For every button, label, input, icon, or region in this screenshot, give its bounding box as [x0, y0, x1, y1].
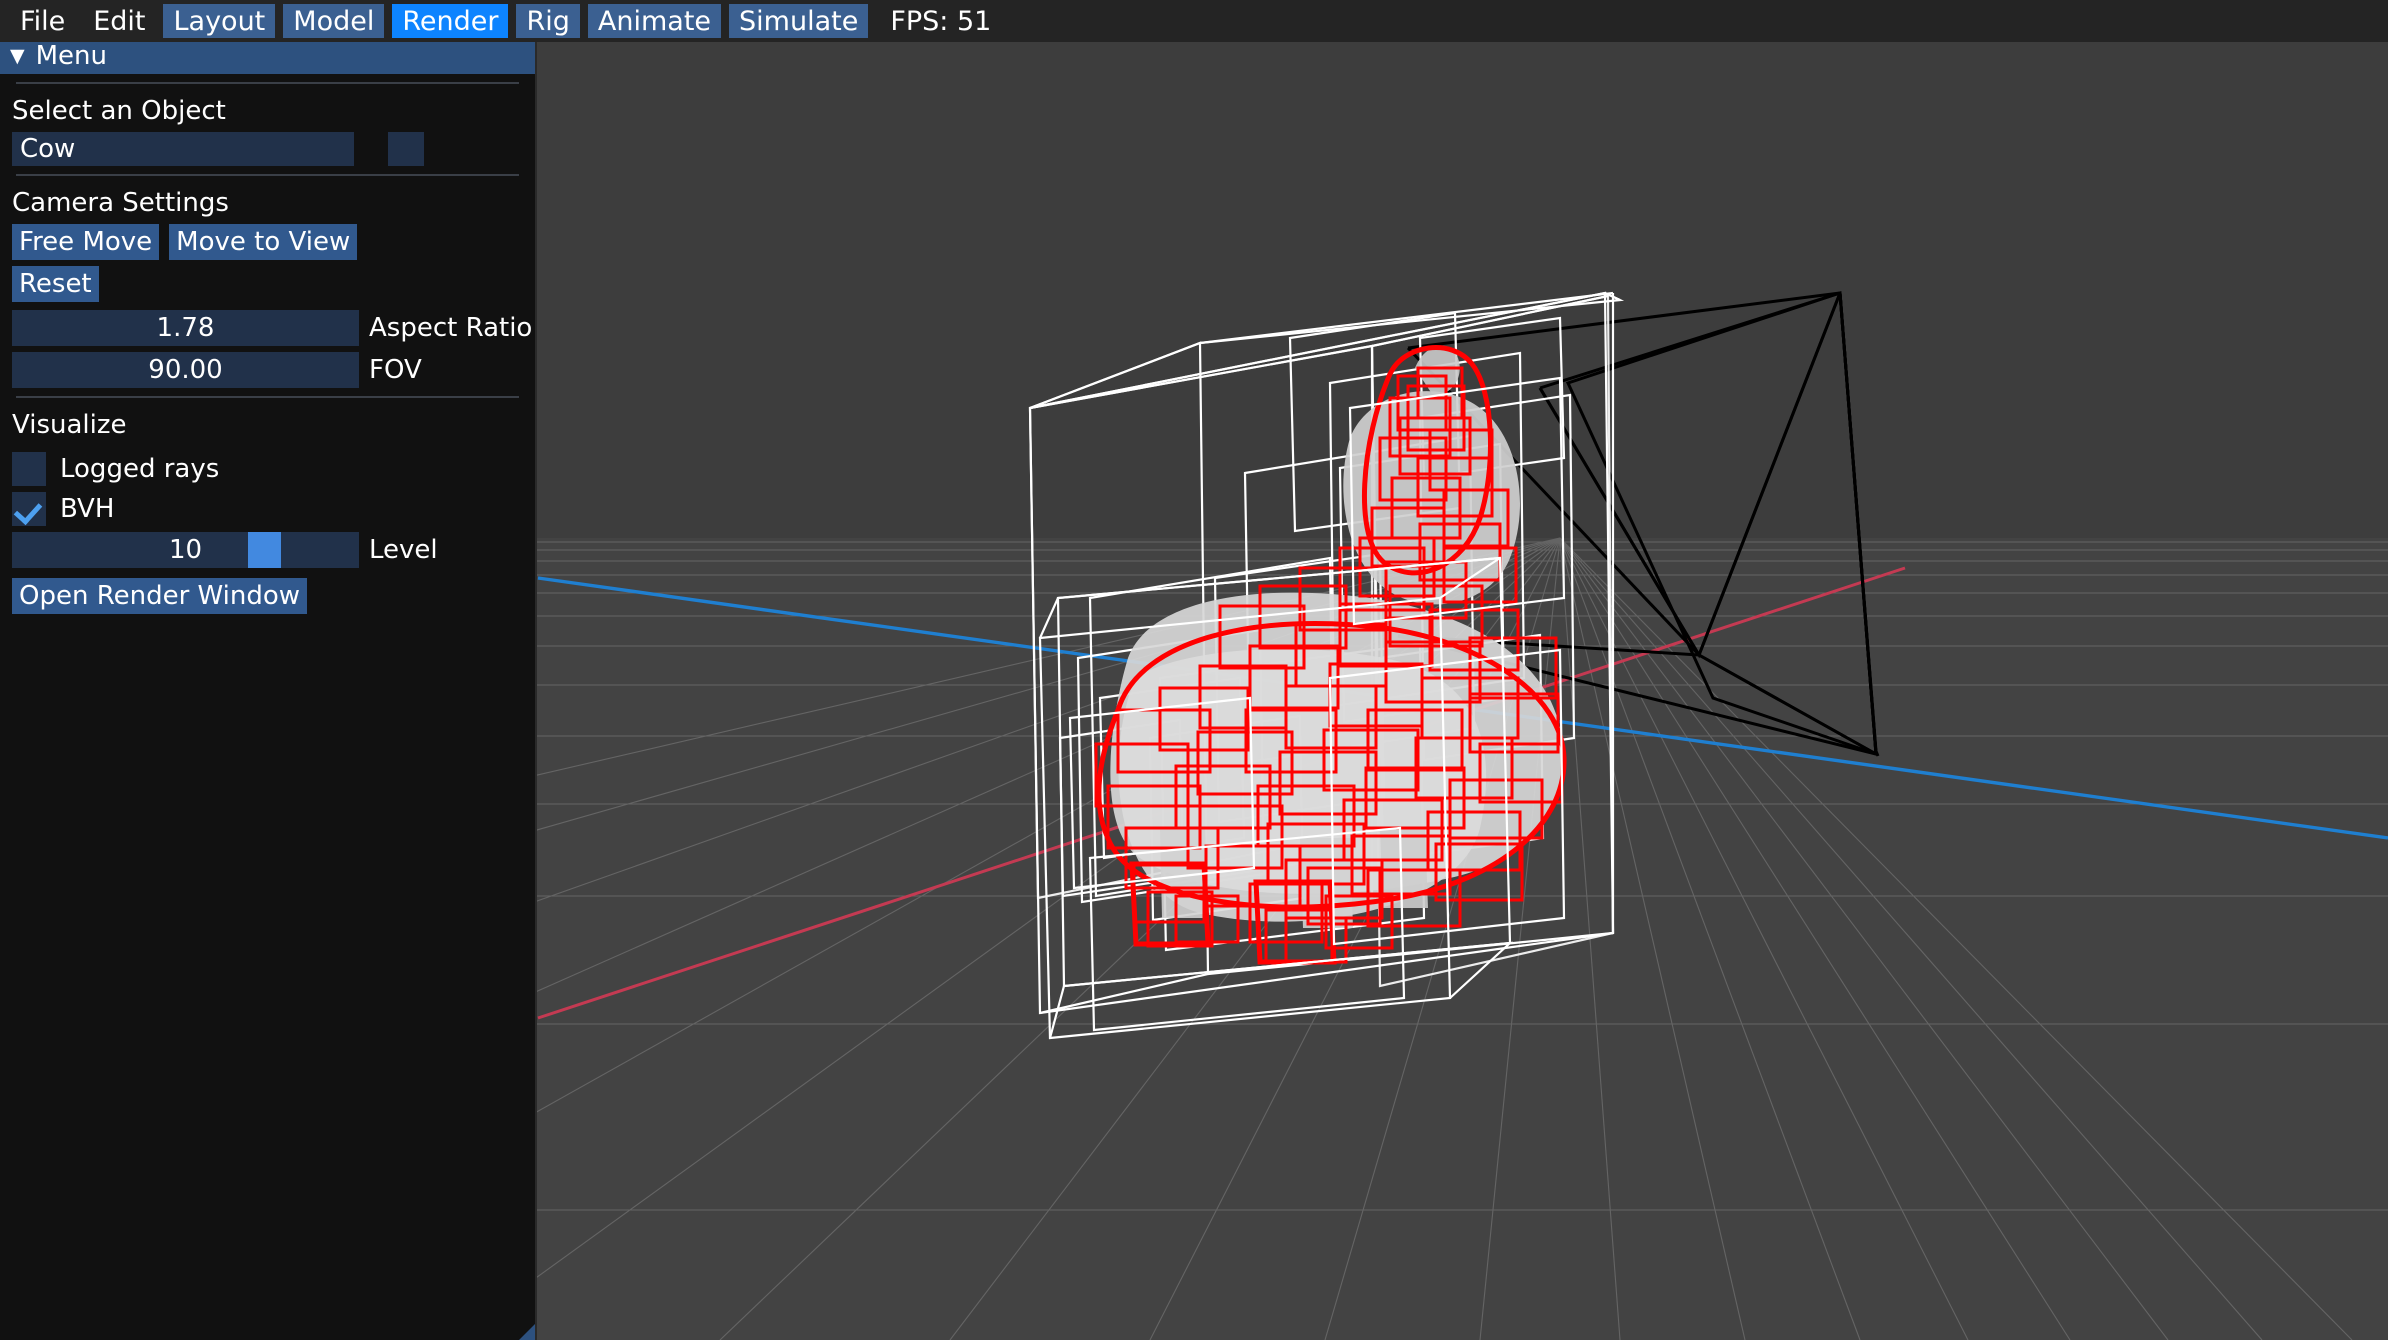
- aspect-ratio-field[interactable]: 1.78: [12, 310, 359, 346]
- fov-field[interactable]: 90.00: [12, 352, 359, 388]
- level-slider[interactable]: 10: [12, 532, 359, 568]
- object-dropdown[interactable]: Cow: [12, 132, 354, 166]
- visualize-label: Visualize: [12, 410, 127, 440]
- aspect-ratio-label: Aspect Ratio: [369, 313, 533, 343]
- level-slider-label: Level: [369, 535, 438, 565]
- level-slider-row: 10 Level: [0, 532, 535, 568]
- level-slider-value: 10: [168, 535, 203, 565]
- fps-counter: FPS: 51: [890, 5, 992, 37]
- logged-rays-label: Logged rays: [60, 454, 220, 484]
- side-panel: ▼ Menu Select an Object Cow Camera Setti…: [0, 38, 537, 1340]
- divider: [16, 396, 519, 398]
- menu-rig[interactable]: Rig: [516, 4, 580, 38]
- move-to-view-button[interactable]: Move to View: [169, 224, 358, 260]
- free-move-button[interactable]: Free Move: [12, 224, 160, 260]
- bvh-checkbox[interactable]: [12, 492, 46, 526]
- panel-resize-grip[interactable]: [519, 1324, 535, 1340]
- select-object-label: Select an Object: [12, 96, 226, 126]
- select-object-row: Cow: [0, 132, 535, 166]
- bvh-row: BVH: [0, 492, 535, 526]
- bvh-label: BVH: [60, 494, 115, 524]
- camera-settings-label: Camera Settings: [12, 188, 229, 218]
- panel-title-label: Menu: [35, 41, 108, 71]
- level-slider-handle[interactable]: [247, 532, 281, 568]
- logged-rays-checkbox[interactable]: [12, 452, 46, 486]
- menu-simulate[interactable]: Simulate: [729, 4, 869, 38]
- menu-file[interactable]: File: [10, 4, 75, 38]
- panel-header[interactable]: ▼ Menu: [0, 38, 535, 74]
- panel-body: Select an Object Cow Camera Settings Fre…: [0, 82, 535, 614]
- logged-rays-row: Logged rays: [0, 452, 535, 486]
- menu-model[interactable]: Model: [283, 4, 385, 38]
- fov-label: FOV: [369, 355, 422, 385]
- menu-render[interactable]: Render: [392, 4, 509, 38]
- application-window: File Edit Layout Model Render Rig Animat…: [0, 0, 2388, 1340]
- menu-bar: File Edit Layout Model Render Rig Animat…: [0, 0, 2388, 42]
- open-render-window-button[interactable]: Open Render Window: [12, 578, 308, 614]
- menu-layout[interactable]: Layout: [163, 4, 276, 38]
- menu-edit[interactable]: Edit: [83, 4, 155, 38]
- chevron-down-icon[interactable]: ▼: [10, 46, 25, 66]
- menu-animate[interactable]: Animate: [587, 4, 722, 38]
- camera-buttons-row-1: Free Move Move to View: [0, 224, 535, 260]
- divider: [16, 174, 519, 176]
- object-dropdown-toggle-button[interactable]: [388, 132, 424, 166]
- aspect-ratio-row: 1.78 Aspect Ratio: [0, 310, 535, 346]
- open-render-window-row: Open Render Window: [0, 578, 535, 614]
- divider: [16, 82, 519, 84]
- camera-buttons-row-2: Reset: [0, 266, 535, 302]
- fov-row: 90.00 FOV: [0, 352, 535, 388]
- reset-button[interactable]: Reset: [12, 266, 99, 302]
